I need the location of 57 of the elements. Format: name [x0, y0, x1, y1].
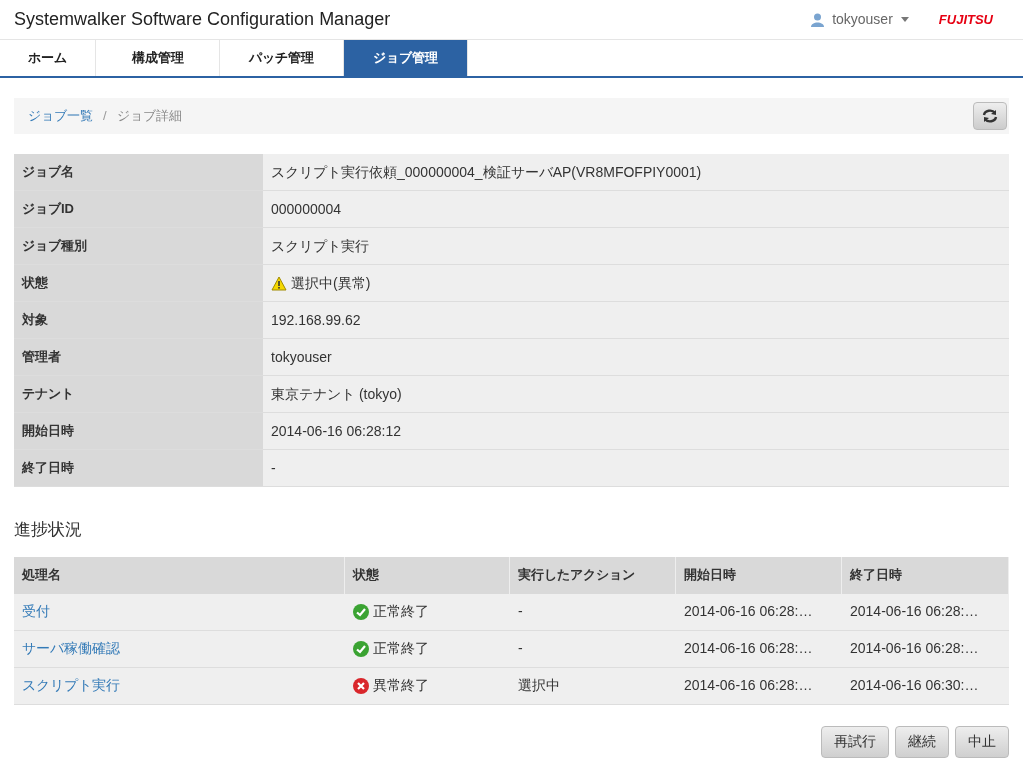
table-cell-text: 2014-06-16 06:28:…: [849, 602, 980, 621]
table-cell-text: 2014-06-16 06:28:…: [849, 639, 980, 658]
field-value: 選択中(異常): [263, 265, 1009, 301]
table-cell-text: 2014-06-16 06:28:…: [683, 676, 814, 695]
table-cell-text: 2014-06-16 06:28:…: [683, 602, 814, 621]
field-label: ジョブID: [14, 191, 263, 227]
logo: FUJITSU: [938, 10, 993, 29]
field-label: ジョブ種別: [14, 228, 263, 264]
table-cell-text: 2014-06-16 06:30:…: [849, 676, 980, 695]
field-value: 000000004: [263, 191, 1009, 227]
column-header: 処理名: [14, 556, 345, 594]
column-header: 状態: [345, 556, 510, 594]
field-value: 192.168.99.62: [263, 302, 1009, 338]
warning-icon: [271, 275, 287, 291]
refresh-button[interactable]: [973, 102, 1007, 130]
field-label: 開始日時: [14, 413, 263, 449]
status-cell: 異常終了: [345, 667, 510, 704]
breadcrumb-current: ジョブ詳細: [116, 107, 182, 126]
field-value: tokyouser: [263, 339, 1009, 375]
column-header: 終了日時: [842, 556, 1009, 594]
field-value: 2014-06-16 06:28:12: [263, 413, 1009, 449]
table-cell-text: 2014-06-16 06:28:…: [683, 639, 814, 658]
field-label: 管理者: [14, 339, 263, 375]
field-value: 東京テナント (tokyo): [263, 376, 1009, 412]
action-button[interactable]: 中止: [955, 725, 1009, 758]
table-cell-text: -: [517, 602, 524, 621]
action-button[interactable]: 継続: [895, 725, 949, 758]
field-value: スクリプト実行: [263, 228, 1009, 264]
nav-tab[interactable]: ジョブ管理: [344, 40, 468, 76]
breadcrumb-link[interactable]: ジョブ一覧: [28, 106, 93, 126]
field-value: -: [263, 450, 1009, 486]
breadcrumb-separator: /: [103, 107, 107, 126]
field-label: テナント: [14, 376, 263, 412]
action-button[interactable]: 再試行: [821, 725, 889, 758]
status-cell: 正常終了: [345, 593, 510, 630]
field-label: 対象: [14, 302, 263, 338]
check-icon: [353, 640, 369, 657]
field-value: スクリプト実行依頼_000000004_検証サーバAP(VR8MFOFPIY0001): [263, 154, 1009, 190]
process-link[interactable]: 受付: [22, 601, 50, 622]
process-link[interactable]: サーバ稼働確認: [22, 638, 120, 659]
user-menu[interactable]: tokyouser: [811, 9, 909, 30]
field-label: 終了日時: [14, 450, 263, 486]
caret-icon: [900, 17, 909, 22]
table-cell-text: -: [517, 639, 524, 658]
column-header: 実行したアクション: [510, 556, 676, 594]
error-icon: [353, 677, 369, 694]
column-header: 開始日時: [676, 556, 842, 594]
field-label: 状態: [14, 265, 263, 301]
table-cell-text: 選択中: [517, 676, 561, 695]
refresh-icon: [982, 109, 998, 123]
user-icon: [811, 12, 825, 27]
process-link[interactable]: スクリプト実行: [22, 675, 120, 696]
status-cell: 正常終了: [345, 630, 510, 667]
field-label: ジョブ名: [14, 154, 263, 190]
check-icon: [353, 603, 369, 620]
section-title: 進捗状況: [14, 519, 83, 541]
app-title: Systemwalker Software Configuration Manager: [14, 8, 391, 31]
